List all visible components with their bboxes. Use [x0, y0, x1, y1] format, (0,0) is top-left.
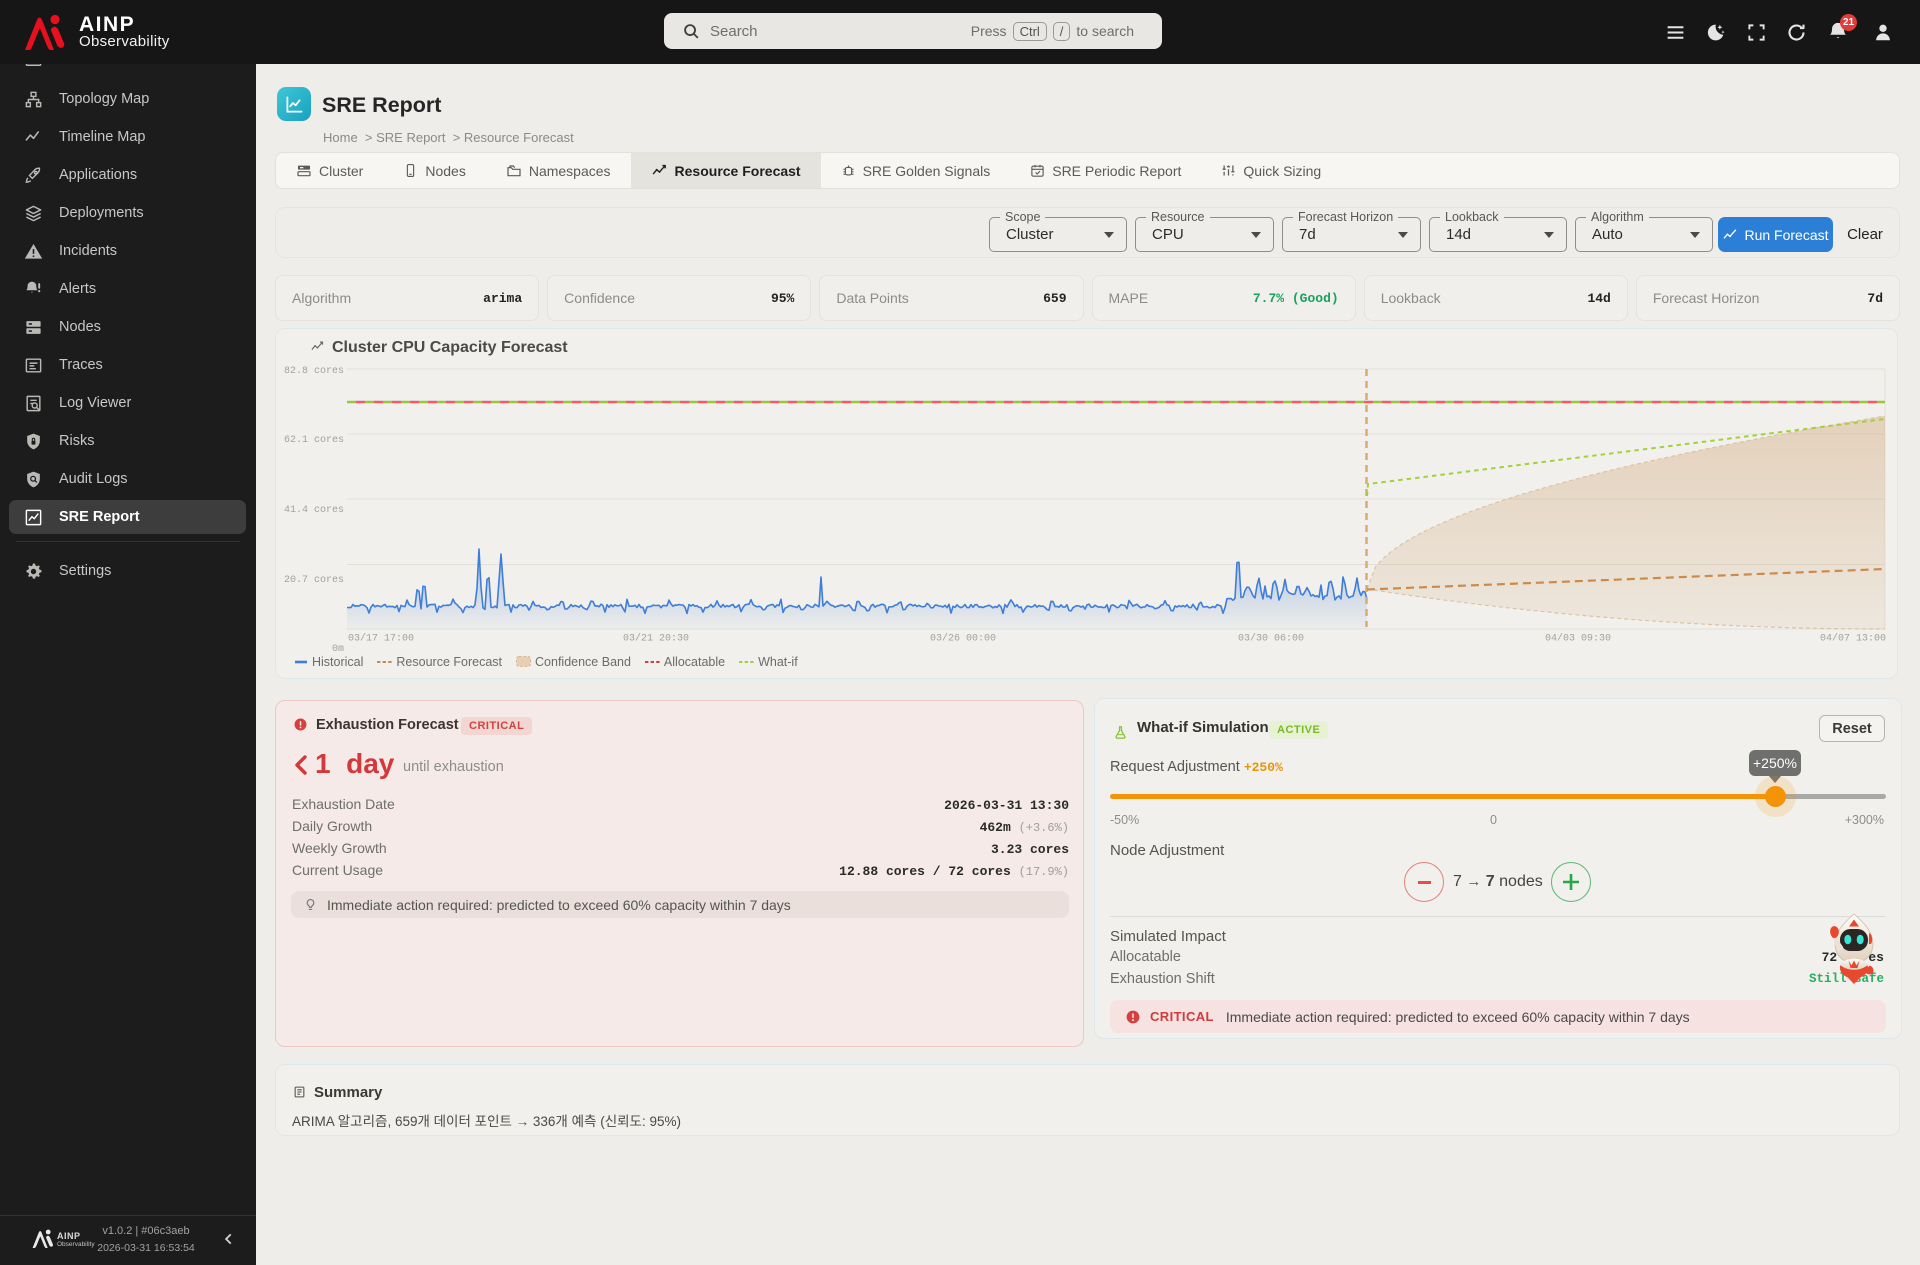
svg-text:41.4 cores: 41.4 cores [284, 505, 344, 516]
svg-text:04/07 13:00: 04/07 13:00 [1820, 633, 1886, 645]
svg-text:03/30 06:00: 03/30 06:00 [1238, 633, 1304, 645]
svg-text:03/17 17:00: 03/17 17:00 [348, 633, 414, 645]
svg-text:03/26 00:00: 03/26 00:00 [930, 633, 996, 645]
svg-text:20.7 cores: 20.7 cores [284, 575, 344, 586]
svg-text:62.1 cores: 62.1 cores [284, 435, 344, 446]
svg-text:04/03 09:30: 04/03 09:30 [1545, 633, 1611, 645]
svg-text:03/21 20:30: 03/21 20:30 [623, 633, 689, 645]
svg-text:82.8 cores: 82.8 cores [284, 366, 344, 377]
svg-text:0m: 0m [332, 644, 344, 655]
